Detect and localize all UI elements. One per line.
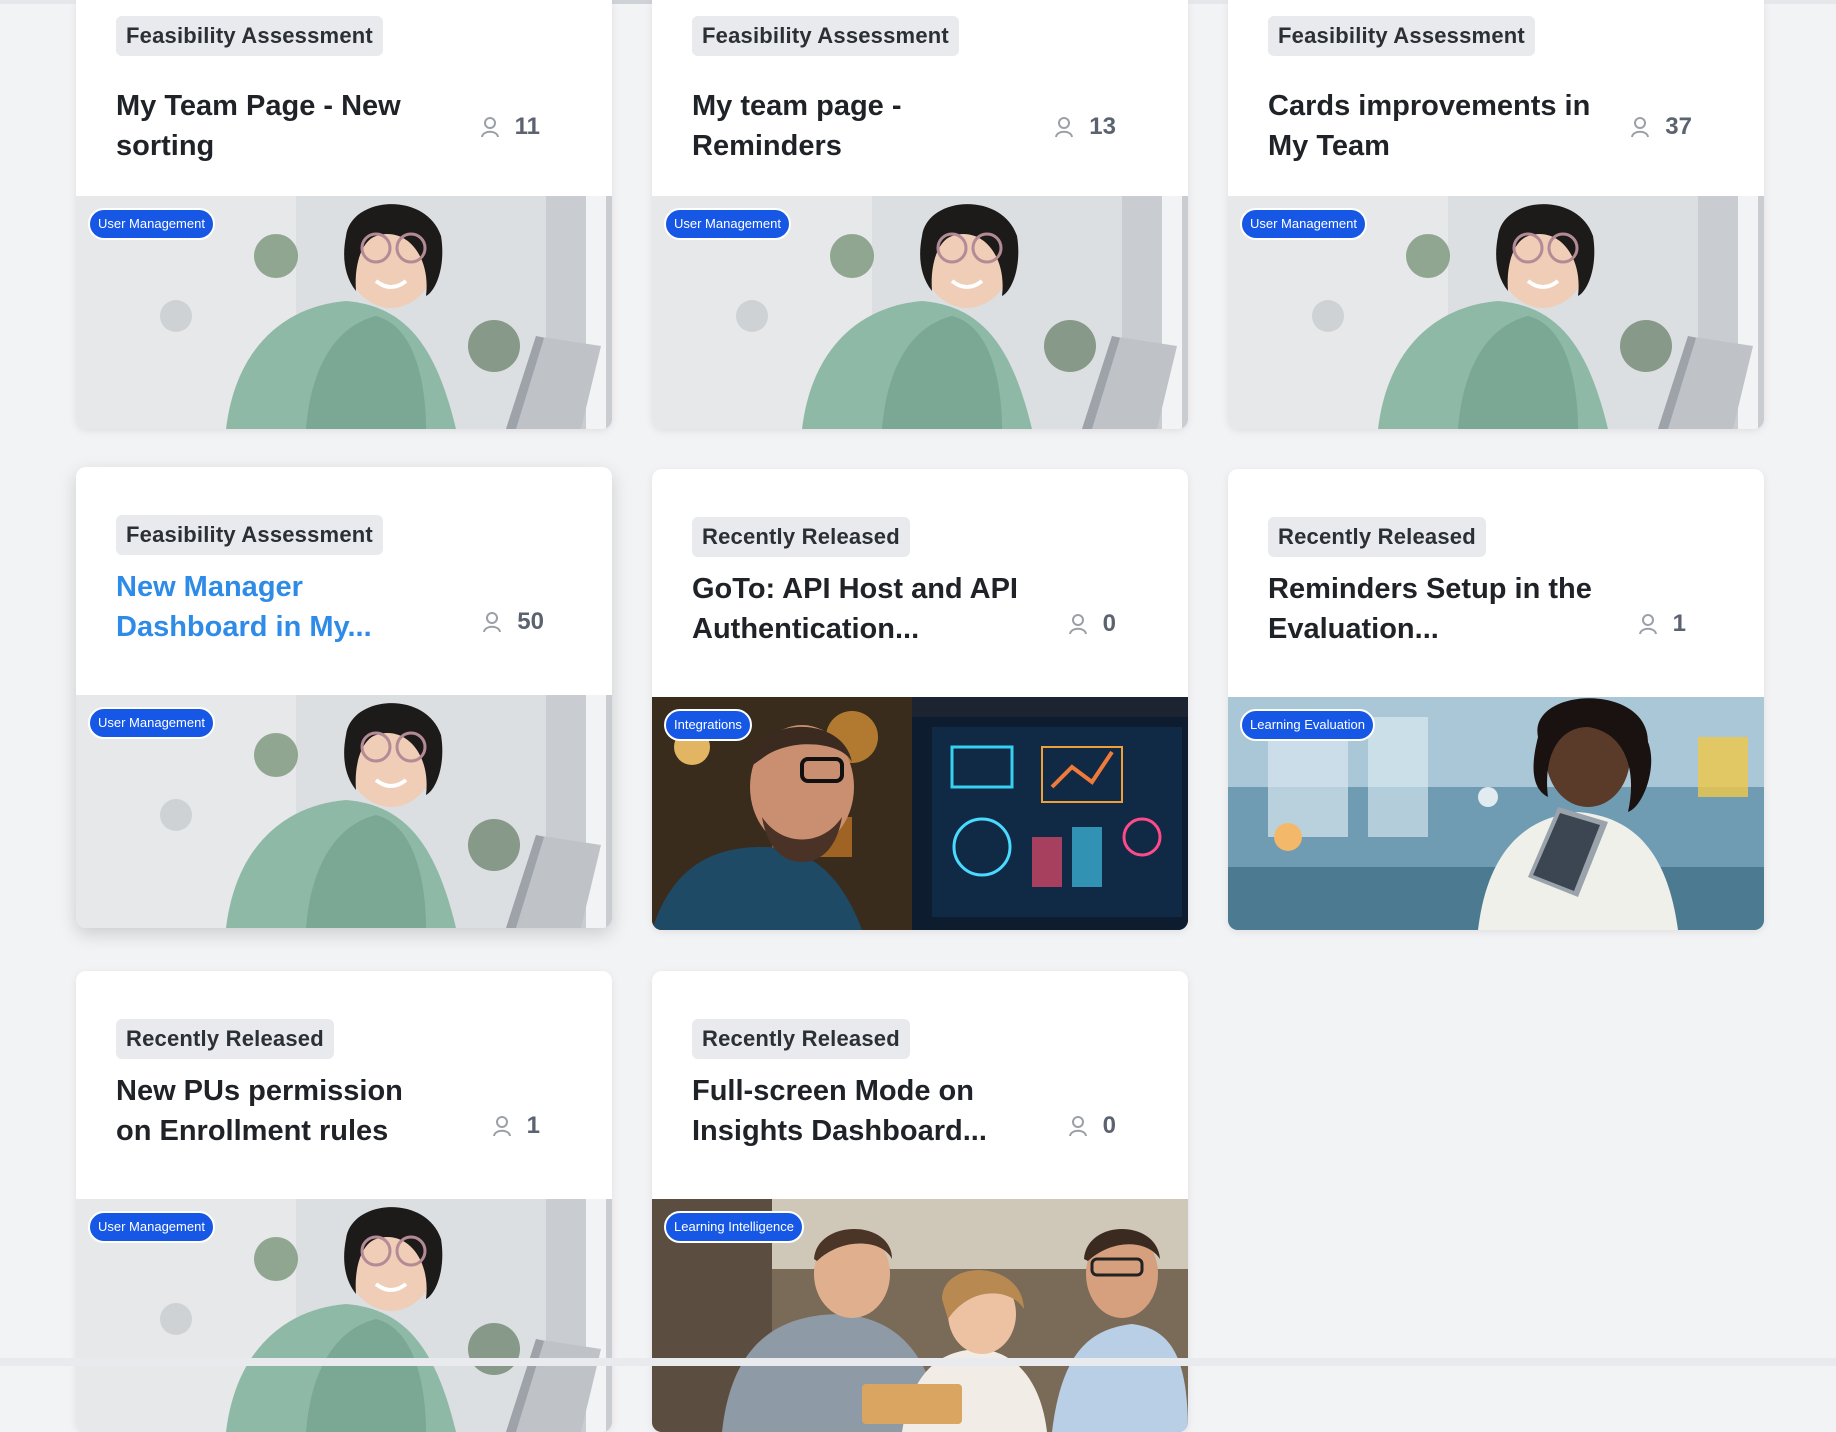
- card-image: User Management: [76, 695, 612, 928]
- followers-count: 1: [1637, 609, 1686, 639]
- followers-value: 0: [1102, 610, 1116, 637]
- card-image: Learning Evaluation: [1228, 697, 1764, 930]
- card-image: Integrations: [652, 697, 1188, 930]
- followers-count: 37: [1629, 112, 1692, 142]
- card-header: Recently Released New PUs permission on …: [76, 971, 612, 1199]
- card-title[interactable]: Cards improvements in My Team: [1268, 86, 1598, 166]
- person-icon: [1068, 614, 1087, 635]
- card-image: User Management: [1228, 196, 1764, 429]
- status-tag: Feasibility Assessment: [1268, 16, 1535, 56]
- status-tag: Recently Released: [1268, 517, 1486, 557]
- followers-count: 0: [1067, 1111, 1116, 1141]
- card-header: Recently Released Reminders Setup in the…: [1228, 469, 1764, 697]
- card-header: Recently Released GoTo: API Host and API…: [652, 469, 1188, 697]
- followers-count: 11: [479, 112, 540, 142]
- person-icon: [1068, 1116, 1087, 1137]
- followers-value: 1: [1672, 610, 1686, 637]
- idea-card[interactable]: Recently Released Reminders Setup in the…: [1228, 469, 1764, 930]
- category-pill: Learning Intelligence: [664, 1211, 804, 1243]
- followers-value: 0: [1102, 1112, 1116, 1139]
- page-bottom-edge: [0, 1358, 1836, 1366]
- idea-card[interactable]: Feasibility Assessment Cards improvement…: [1228, 0, 1764, 429]
- card-header: Recently Released Full-screen Mode on In…: [652, 971, 1188, 1199]
- card-title[interactable]: Reminders Setup in the Evaluation...: [1268, 569, 1598, 649]
- idea-card[interactable]: Feasibility Assessment New Manager Dashb…: [76, 467, 612, 928]
- card-header: Feasibility Assessment Cards improvement…: [1228, 0, 1764, 196]
- idea-card[interactable]: Feasibility Assessment My team page - Re…: [652, 0, 1188, 429]
- card-title[interactable]: My team page - Reminders: [692, 86, 1022, 166]
- status-tag: Recently Released: [116, 1019, 334, 1059]
- followers-value: 13: [1089, 113, 1116, 140]
- card-image: User Management: [76, 196, 612, 429]
- status-tag: Recently Released: [692, 1019, 910, 1059]
- person-icon: [1055, 117, 1074, 138]
- status-tag: Recently Released: [692, 517, 910, 557]
- category-pill: User Management: [88, 208, 215, 240]
- card-title[interactable]: My Team Page - New sorting: [116, 86, 446, 166]
- followers-value: 50: [517, 608, 544, 635]
- card-header: Feasibility Assessment New Manager Dashb…: [76, 467, 612, 695]
- card-image: User Management: [76, 1199, 612, 1432]
- idea-card[interactable]: Feasibility Assessment My Team Page - Ne…: [76, 0, 612, 429]
- category-pill: User Management: [1240, 208, 1367, 240]
- card-header: Feasibility Assessment My Team Page - Ne…: [76, 0, 612, 196]
- idea-card[interactable]: Recently Released GoTo: API Host and API…: [652, 469, 1188, 930]
- card-title[interactable]: Full-screen Mode on Insights Dashboard..…: [692, 1071, 1022, 1151]
- status-tag: Feasibility Assessment: [116, 515, 383, 555]
- followers-count: 50: [481, 607, 544, 637]
- person-icon: [483, 612, 502, 633]
- category-pill: User Management: [88, 707, 215, 739]
- category-pill: Integrations: [664, 709, 752, 741]
- card-header: Feasibility Assessment My team page - Re…: [652, 0, 1188, 196]
- card-title[interactable]: GoTo: API Host and API Authentication...: [692, 569, 1022, 649]
- followers-count: 0: [1067, 609, 1116, 639]
- category-pill: User Management: [664, 208, 791, 240]
- card-title[interactable]: New Manager Dashboard in My...: [116, 567, 446, 647]
- followers-count: 13: [1053, 112, 1116, 142]
- category-pill: User Management: [88, 1211, 215, 1243]
- followers-value: 37: [1665, 113, 1692, 140]
- person-icon: [1638, 614, 1657, 635]
- followers-value: 1: [526, 1112, 540, 1139]
- status-tag: Feasibility Assessment: [116, 16, 383, 56]
- followers-value: 11: [514, 113, 540, 140]
- card-image: Learning Intelligence: [652, 1199, 1188, 1432]
- followers-count: 1: [491, 1111, 540, 1141]
- person-icon: [492, 1116, 511, 1137]
- person-icon: [480, 117, 499, 138]
- category-pill: Learning Evaluation: [1240, 709, 1375, 741]
- card-image: User Management: [652, 196, 1188, 429]
- person-icon: [1631, 117, 1650, 138]
- status-tag: Feasibility Assessment: [692, 16, 959, 56]
- card-title[interactable]: New PUs permission on Enrollment rules: [116, 1071, 446, 1151]
